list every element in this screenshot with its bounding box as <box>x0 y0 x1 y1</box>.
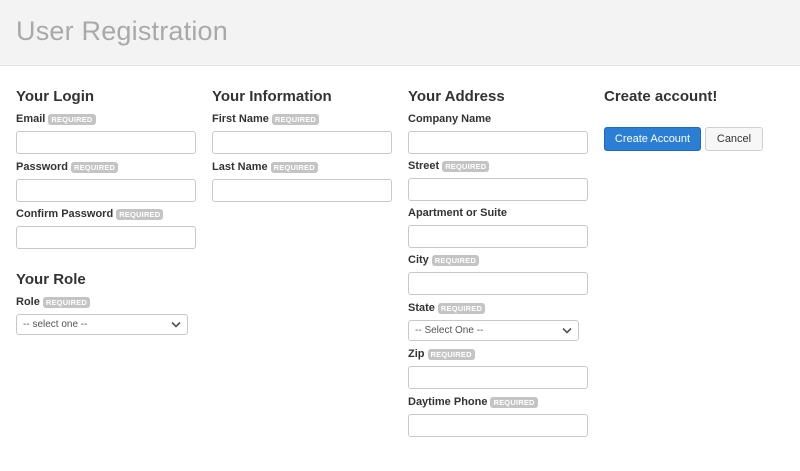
login-heading: Your Login <box>16 88 95 105</box>
state-label: State <box>408 302 435 314</box>
email-input[interactable] <box>16 131 196 154</box>
last-name-label: Last Name <box>212 161 268 173</box>
required-badge: REQUIRED <box>442 161 490 172</box>
password-input[interactable] <box>16 179 196 202</box>
information-section: Your Information First Name REQUIRED Las… <box>212 88 392 202</box>
confirm-password-label: Confirm Password <box>16 208 114 220</box>
first-name-field-group: First Name REQUIRED <box>212 113 392 154</box>
create-account-heading: Create account! <box>604 88 718 105</box>
required-badge: REQUIRED <box>490 397 538 408</box>
company-input[interactable] <box>408 131 588 154</box>
email-field-group: Email REQUIRED <box>16 113 196 154</box>
required-badge: REQUIRED <box>70 162 119 173</box>
last-name-field-group: Last Name REQUIRED <box>212 161 392 202</box>
city-field-group: City REQUIRED <box>408 254 588 295</box>
street-label: Street <box>408 160 440 172</box>
last-name-input[interactable] <box>212 179 392 202</box>
role-select[interactable]: -- select one -- <box>16 314 188 335</box>
city-input[interactable] <box>408 272 588 295</box>
state-field-group: State REQUIRED -- Select One -- <box>408 302 579 341</box>
chevron-down-icon <box>562 327 572 334</box>
action-buttons: Create Account Cancel <box>604 127 763 151</box>
required-badge: REQUIRED <box>116 209 164 220</box>
required-badge: REQUIRED <box>270 162 318 173</box>
zip-label: Zip <box>408 348 425 360</box>
required-badge: REQUIRED <box>48 114 96 125</box>
phone-label: Daytime Phone <box>408 396 488 408</box>
information-heading: Your Information <box>212 88 332 105</box>
required-badge: REQUIRED <box>427 349 475 360</box>
first-name-label: First Name <box>212 113 269 125</box>
create-account-button[interactable]: Create Account <box>604 127 701 151</box>
required-badge: REQUIRED <box>431 255 479 266</box>
confirm-password-field-group: Confirm Password REQUIRED <box>16 208 196 249</box>
apartment-input[interactable] <box>408 225 588 248</box>
address-heading: Your Address <box>408 88 505 105</box>
company-label: Company Name <box>408 113 492 125</box>
email-label: Email <box>16 113 46 125</box>
city-label: City <box>408 254 429 266</box>
role-heading: Your Role <box>16 271 86 288</box>
apartment-field-group: Apartment or Suite <box>408 207 588 248</box>
state-select[interactable]: -- Select One -- <box>408 320 579 341</box>
confirm-password-input[interactable] <box>16 226 196 249</box>
password-label: Password <box>16 161 68 173</box>
page-header: User Registration <box>0 0 800 66</box>
password-field-group: Password REQUIRED <box>16 161 196 202</box>
phone-input[interactable] <box>408 414 588 437</box>
login-section: Your Login Email REQUIRED Password REQUI… <box>16 88 196 335</box>
company-field-group: Company Name <box>408 113 588 154</box>
chevron-down-icon <box>171 321 181 328</box>
apartment-label: Apartment or Suite <box>408 207 508 219</box>
role-label: Role <box>16 296 40 308</box>
phone-field-group: Daytime Phone REQUIRED <box>408 396 588 437</box>
zip-input[interactable] <box>408 366 588 389</box>
cancel-button[interactable]: Cancel <box>705 127 763 151</box>
role-field-group: Role REQUIRED -- select one -- <box>16 296 188 335</box>
street-input[interactable] <box>408 178 588 201</box>
state-select-value: -- Select One -- <box>415 325 484 336</box>
role-select-value: -- select one -- <box>23 319 88 330</box>
street-field-group: Street REQUIRED <box>408 160 588 201</box>
required-badge: REQUIRED <box>271 114 320 125</box>
create-account-section: Create account! Create Account Cancel <box>604 88 784 151</box>
page-title: User Registration <box>16 16 228 46</box>
first-name-input[interactable] <box>212 131 392 154</box>
zip-field-group: Zip REQUIRED <box>408 348 588 389</box>
address-section: Your Address Company Name Street REQUIRE… <box>408 88 588 437</box>
required-badge: REQUIRED <box>42 297 91 308</box>
required-badge: REQUIRED <box>437 303 486 314</box>
